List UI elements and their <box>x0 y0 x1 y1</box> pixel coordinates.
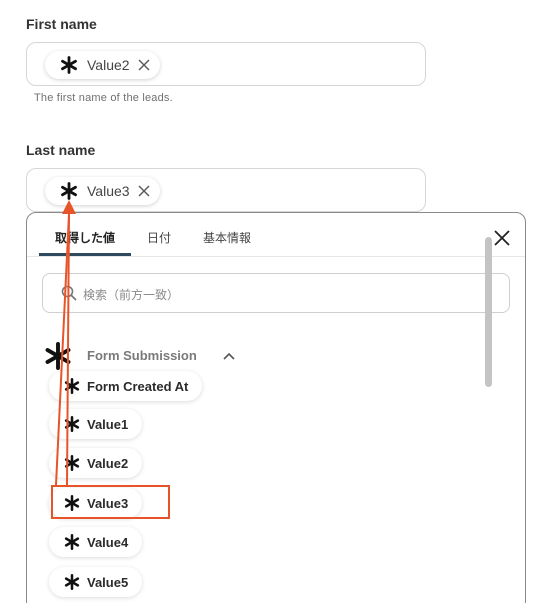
search-placeholder: 検索（前方一致） <box>83 288 180 302</box>
chip-label: Value3 <box>87 183 130 199</box>
value-picker-panel: 取得した値 日付 基本情報 検索（前方一致） Form Submission F… <box>26 212 526 603</box>
list-item-value4[interactable]: Value4 <box>49 527 143 557</box>
list-item-label: Value5 <box>87 574 129 590</box>
asterisk-icon <box>61 182 77 200</box>
asterisk-icon <box>64 415 80 433</box>
asterisk-icon <box>61 56 77 74</box>
list-item-label: Value4 <box>87 534 129 550</box>
first-name-label: First name <box>26 16 97 32</box>
last-name-field[interactable]: Value3 <box>26 168 426 212</box>
asterisk-icon <box>45 342 71 370</box>
first-name-field[interactable]: Value2 <box>26 42 426 86</box>
list-item-value5[interactable]: Value5 <box>49 567 143 597</box>
tab-divider <box>27 256 525 257</box>
last-name-label: Last name <box>26 142 96 158</box>
list-item-label: Form Created At <box>87 378 189 394</box>
tab-acquired-values[interactable]: 取得した値 <box>55 229 115 246</box>
highlight-box <box>51 485 170 519</box>
last-name-value-chip[interactable]: Value3 <box>45 177 160 205</box>
remove-icon[interactable] <box>138 185 150 197</box>
tab-date[interactable]: 日付 <box>147 229 171 246</box>
list-item-value1[interactable]: Value1 <box>49 409 143 439</box>
asterisk-icon <box>64 454 80 472</box>
list-item-form-created-at[interactable]: Form Created At <box>49 371 203 401</box>
search-icon <box>61 285 77 301</box>
list-item-value2[interactable]: Value2 <box>49 448 143 478</box>
chevron-up-icon[interactable] <box>222 351 236 361</box>
asterisk-icon <box>64 377 80 395</box>
remove-icon[interactable] <box>138 59 150 71</box>
group-title[interactable]: Form Submission <box>87 348 197 363</box>
search-input[interactable]: 検索（前方一致） <box>42 273 510 313</box>
list-item-label: Value1 <box>87 416 129 432</box>
close-icon[interactable] <box>493 229 511 247</box>
tab-basic-info[interactable]: 基本情報 <box>203 229 251 246</box>
scrollbar-thumb[interactable] <box>485 237 492 387</box>
first-name-hint: The first name of the leads. <box>34 92 173 104</box>
first-name-value-chip[interactable]: Value2 <box>45 51 160 79</box>
list-item-label: Value2 <box>87 455 129 471</box>
asterisk-icon <box>64 573 80 591</box>
chip-label: Value2 <box>87 57 130 73</box>
asterisk-icon <box>64 533 80 551</box>
